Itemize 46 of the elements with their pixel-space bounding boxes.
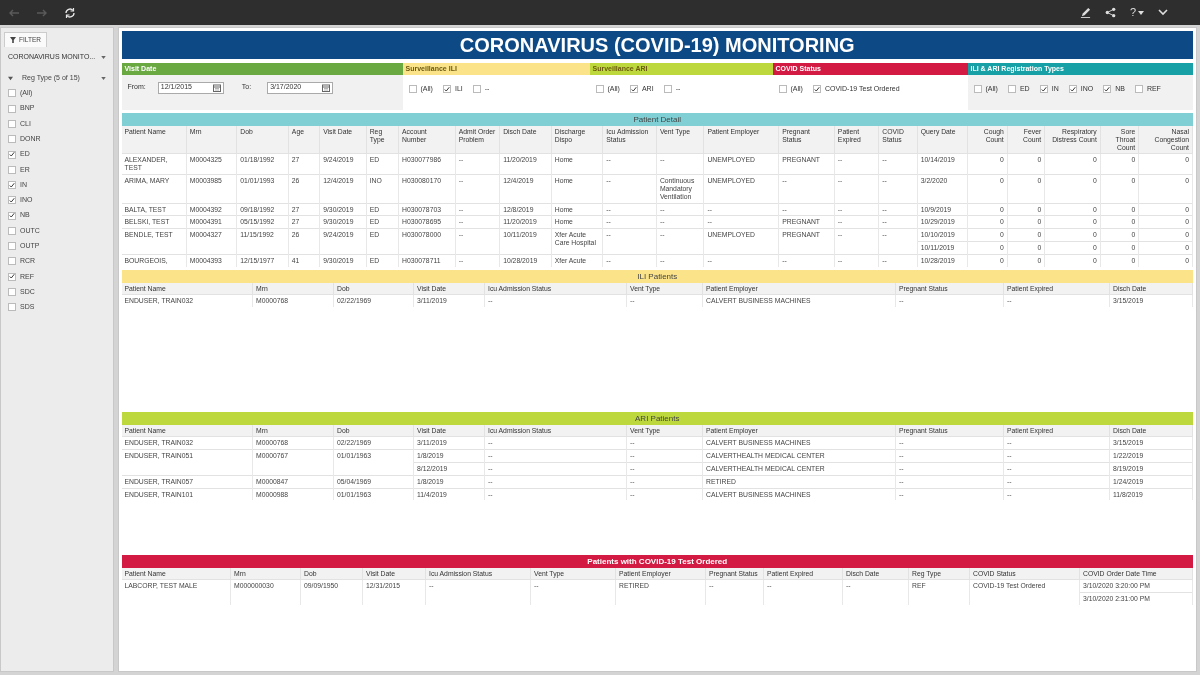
checkbox[interactable] [442,85,451,94]
checkbox[interactable] [8,226,16,235]
checkbox[interactable] [8,211,16,220]
calendar-icon[interactable] [322,83,331,92]
checkbox[interactable] [8,303,16,312]
checkbox[interactable] [8,119,16,128]
checkbox[interactable] [8,135,16,144]
dashboard-title: CORONAVIRUS (COVID-19) MONITORING [121,31,1193,59]
caret-icon [100,55,106,59]
checkbox[interactable] [8,150,16,159]
checkbox[interactable] [1068,85,1077,94]
section-header: Patients with COVID-19 Test Ordered [121,554,1193,568]
checkbox[interactable] [8,104,16,113]
calendar-icon[interactable] [212,83,221,92]
checkbox[interactable] [663,85,672,94]
help-button[interactable]: ? [1129,7,1144,18]
refresh-icon[interactable] [64,6,76,19]
checkbox[interactable] [8,181,16,190]
checkbox[interactable] [1134,85,1143,94]
checkbox[interactable] [408,85,417,94]
checkbox[interactable] [8,89,16,98]
checkbox[interactable] [1103,85,1112,94]
checkbox[interactable] [973,85,982,94]
checkbox[interactable] [8,165,16,174]
checkbox[interactable] [8,257,16,266]
caret-icon [1138,10,1144,15]
section-header: Patient Detail [121,113,1193,126]
section-header: ARI Patients [121,411,1193,425]
section-header: ILI Patients [121,269,1193,283]
share-icon[interactable] [1104,7,1116,18]
pencil-icon[interactable] [1079,7,1091,18]
checkbox[interactable] [8,288,16,297]
checkbox[interactable] [8,242,16,251]
funnel-icon [10,36,16,43]
collapse-triangle-icon[interactable] [8,76,13,81]
checkbox[interactable] [8,196,16,205]
checkbox[interactable] [812,85,821,94]
checkbox[interactable] [595,85,604,94]
checkbox[interactable] [778,85,787,94]
checkbox[interactable] [1007,85,1016,94]
chevron-down-icon[interactable] [1158,9,1168,16]
checkbox[interactable] [472,85,481,94]
checkbox[interactable] [8,272,16,281]
checkbox[interactable] [629,85,638,94]
checkbox[interactable] [1039,85,1048,94]
caret-icon [100,77,106,80]
